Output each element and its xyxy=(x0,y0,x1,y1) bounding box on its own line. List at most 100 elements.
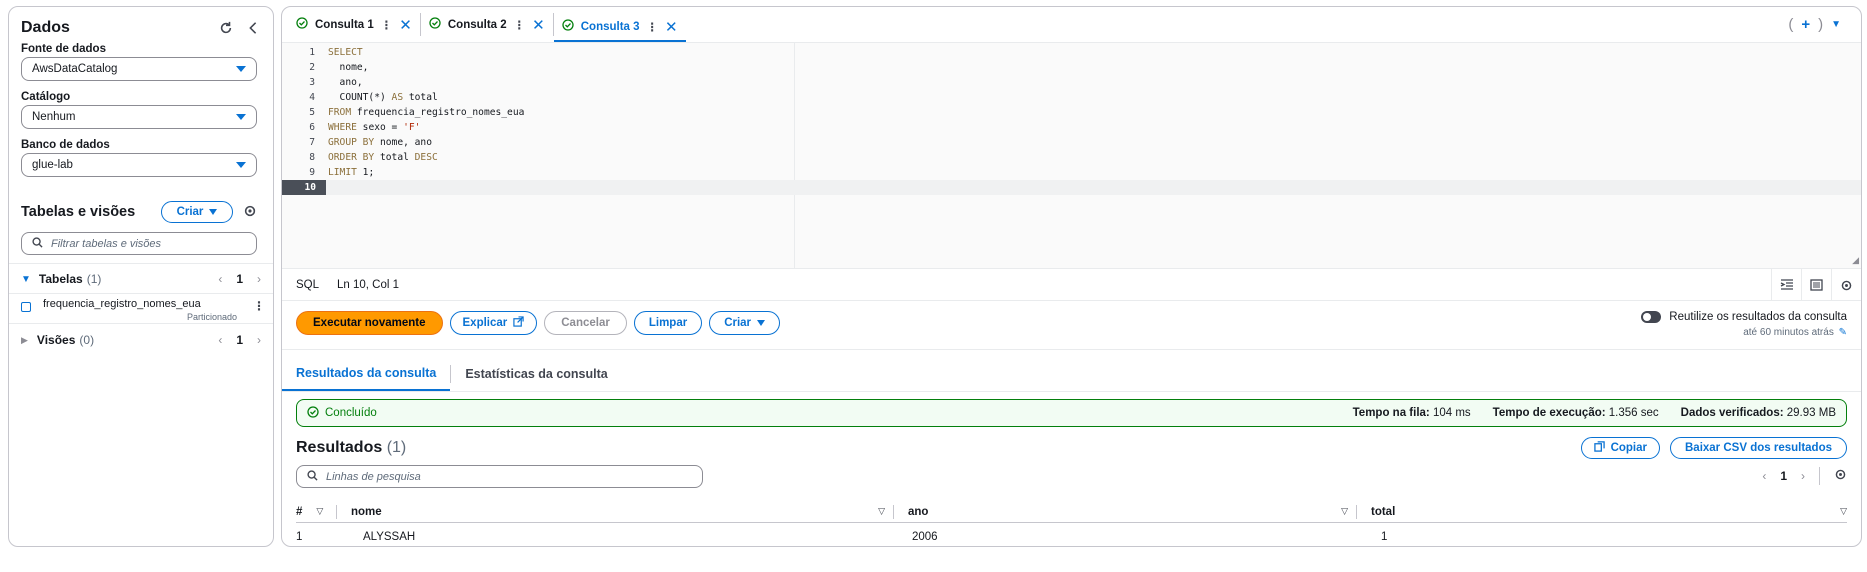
data-source-select[interactable]: AwsDataCatalog xyxy=(21,57,257,81)
explain-label: Explicar xyxy=(462,317,508,329)
data-scanned: Dados verificados: 29.93 MB xyxy=(1680,407,1836,419)
format-indent-icon[interactable] xyxy=(1771,269,1801,301)
expand-down-icon: ▼ xyxy=(21,273,31,285)
tables-page-number[interactable]: 1 xyxy=(236,272,243,286)
divider xyxy=(282,349,1861,350)
search-rows-placeholder: Linhas de pesquisa xyxy=(326,470,421,483)
results-table-header: # ▽ nome ▽ ano ▽ total ▽ xyxy=(296,501,1847,523)
cell-index: 1 xyxy=(296,531,303,543)
close-icon[interactable]: ✕ xyxy=(399,16,412,34)
caret-down-icon xyxy=(236,114,246,120)
copy-button[interactable]: Copiar xyxy=(1580,437,1660,459)
create-button[interactable]: Criar xyxy=(161,201,233,223)
next-page-icon[interactable]: › xyxy=(257,333,261,347)
next-page-icon[interactable]: › xyxy=(257,272,261,286)
external-link-icon xyxy=(513,316,524,330)
cancel-button[interactable]: Cancelar xyxy=(544,311,627,335)
catalog-value: Nenhum xyxy=(32,111,76,123)
results-page-number[interactable]: 1 xyxy=(1780,469,1787,483)
expand-right-icon: ▶ xyxy=(21,334,28,345)
run-again-button[interactable]: Executar novamente xyxy=(296,311,443,335)
add-tab-icon[interactable]: + xyxy=(1801,16,1810,33)
tab-label: Consulta 1 xyxy=(315,18,374,31)
code-line: 8 ORDER BY total DESC xyxy=(309,152,438,163)
explain-button[interactable]: Explicar xyxy=(449,311,538,335)
reuse-results-label: Reutilize os resultados da consulta xyxy=(1669,311,1847,323)
clear-button[interactable]: Limpar xyxy=(633,311,703,335)
views-group[interactable]: ▶ Visões (0) ‹ 1 › xyxy=(21,331,261,349)
tab-consulta-2[interactable]: Consulta 2 ⋮ ✕ xyxy=(421,13,554,36)
tables-count: (1) xyxy=(86,272,102,286)
sql-editor[interactable]: 1 SELECT 2 nome, 3 ano, 4 COUNT(*) AS tot… xyxy=(282,43,1861,269)
caret-down-icon xyxy=(236,162,246,168)
edit-pencil-icon[interactable]: ✎ xyxy=(1839,327,1847,338)
list-view-icon[interactable] xyxy=(1801,269,1831,301)
code-line: 5 FROM frequencia_registro_nomes_eua xyxy=(309,107,525,118)
search-rows-input[interactable]: Linhas de pesquisa xyxy=(296,465,703,488)
create-query-button[interactable]: Criar xyxy=(709,311,781,335)
queue-time: Tempo na fila: 104 ms xyxy=(1352,407,1471,419)
refresh-icon[interactable] xyxy=(219,21,233,38)
column-header-ano[interactable]: ano ▽ xyxy=(894,506,1356,518)
code-line: 6 WHERE sexo = 'F' xyxy=(309,122,421,133)
tab-menu-icon[interactable]: ⋮ xyxy=(514,18,526,32)
divider xyxy=(9,263,273,264)
query-actions: Executar novamente Explicar Cancelar Lim… xyxy=(296,311,781,335)
sort-icon: ▽ xyxy=(1840,506,1847,516)
filter-tables-input[interactable]: Filtrar tabelas e visões xyxy=(21,232,257,255)
check-circle-icon xyxy=(429,17,441,32)
column-header-nome[interactable]: nome ▽ xyxy=(337,506,893,518)
column-header-total[interactable]: total ▽ xyxy=(1357,506,1847,518)
execution-time: Tempo de execução: 1.356 sec xyxy=(1492,407,1659,419)
caret-down-icon xyxy=(236,66,246,72)
database-label: Banco de dados xyxy=(21,139,110,151)
catalog-select[interactable]: Nenhum xyxy=(21,105,257,129)
data-source-label: Fonte de dados xyxy=(21,43,106,55)
prev-page-icon[interactable]: ‹ xyxy=(218,272,222,286)
results-title: Resultados (1) xyxy=(296,439,407,456)
settings-icon[interactable] xyxy=(243,204,257,221)
panel-title: Dados xyxy=(21,19,70,36)
views-page-number[interactable]: 1 xyxy=(236,333,243,347)
code-line: 2 nome, xyxy=(309,62,369,73)
tables-group[interactable]: ▼ Tabelas (1) ‹ 1 › xyxy=(21,270,261,288)
data-source-value: AwsDataCatalog xyxy=(32,63,118,75)
reuse-results-toggle[interactable] xyxy=(1641,311,1662,323)
next-page-icon[interactable]: › xyxy=(1801,469,1805,483)
tab-consulta-3[interactable]: Consulta 3 ⋮ ✕ xyxy=(553,13,686,42)
download-csv-button[interactable]: Baixar CSV dos resultados xyxy=(1670,437,1847,459)
more-options-icon[interactable]: ⋮ xyxy=(253,299,265,313)
sort-icon: ▽ xyxy=(316,506,324,516)
tables-views-title: Tabelas e visões xyxy=(21,204,136,220)
results-tabs: Resultados da consulta Estatísticas da c… xyxy=(282,357,622,391)
column-header-index[interactable]: # ▽ xyxy=(296,506,330,518)
table-item-name[interactable]: frequencia_registro_nomes_eua xyxy=(43,298,201,310)
database-select[interactable]: glue-lab xyxy=(21,153,257,177)
code-line: 7 GROUP BY nome, ano xyxy=(309,137,432,148)
results-actions: Copiar Baixar CSV dos resultados xyxy=(1580,437,1847,459)
prev-page-icon[interactable]: ‹ xyxy=(1762,469,1766,483)
close-icon[interactable]: ✕ xyxy=(532,16,545,34)
divider xyxy=(9,323,273,324)
sort-icon: ▽ xyxy=(878,506,885,516)
tables-label: Tabelas xyxy=(38,272,83,286)
sort-icon: ▽ xyxy=(1341,506,1348,516)
create-query-label: Criar xyxy=(724,317,752,329)
cursor-position: Ln 10, Col 1 xyxy=(337,278,400,291)
tab-query-results[interactable]: Resultados da consulta xyxy=(282,357,451,391)
settings-icon[interactable] xyxy=(1831,269,1861,301)
settings-icon[interactable] xyxy=(1834,468,1847,484)
tab-menu-icon[interactable]: ⋮ xyxy=(381,18,393,32)
prev-page-icon[interactable]: ‹ xyxy=(218,333,222,347)
tab-consulta-1[interactable]: Consulta 1 ⋮ ✕ xyxy=(288,13,421,36)
tab-menu-icon[interactable]: ⋮ xyxy=(647,20,659,34)
tab-dropdown-icon[interactable]: ▼ xyxy=(1831,19,1841,30)
create-button-label: Criar xyxy=(176,206,204,218)
tab-query-stats[interactable]: Estatísticas da consulta xyxy=(451,357,621,391)
close-icon[interactable]: ✕ xyxy=(665,18,678,36)
resize-handle-icon[interactable]: ◢ xyxy=(1852,255,1859,266)
paren-close-icon: ) xyxy=(1818,16,1824,33)
query-tabs: Consulta 1 ⋮ ✕ Consulta 2 ⋮ ✕ Consulta 3… xyxy=(282,7,1861,43)
cell-ano: 2006 xyxy=(912,531,938,543)
collapse-icon[interactable] xyxy=(247,21,259,38)
